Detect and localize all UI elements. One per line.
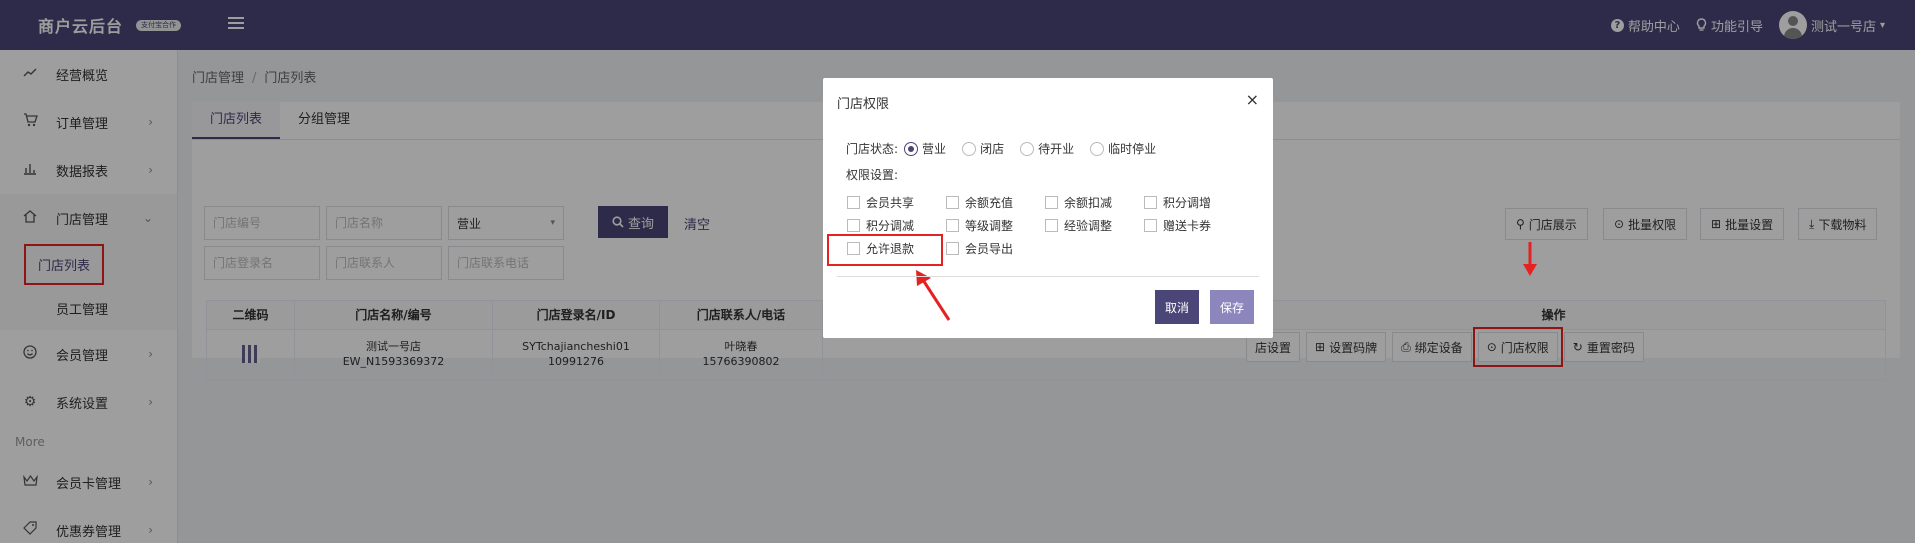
radio-label: 待开业 xyxy=(1038,142,1075,156)
store-permission-dialog: 门店权限 × 门店状态: 营业 闭店 待开业 临时停业 权限设置: 会员共享 余… xyxy=(823,78,1273,338)
status-label: 门店状态: xyxy=(846,142,899,156)
permission-label: 权限设置: xyxy=(846,168,899,182)
save-button[interactable]: 保存 xyxy=(1210,290,1255,324)
perm-balance-recharge[interactable]: 余额充值 xyxy=(946,194,1013,211)
perm-exp-adjust[interactable]: 经验调整 xyxy=(1045,217,1112,234)
perm-points-decrease[interactable]: 积分调减 xyxy=(847,217,914,234)
radio-label: 闭店 xyxy=(980,142,1005,156)
radio-icon xyxy=(904,141,919,156)
perm-points-increase[interactable]: 积分调增 xyxy=(1144,194,1211,211)
checkbox[interactable] xyxy=(1045,219,1058,232)
radio-temp-closed[interactable]: 临时停业 xyxy=(1090,140,1156,157)
checkbox-label: 赠送卡券 xyxy=(1163,219,1212,233)
radio-open[interactable]: 营业 xyxy=(904,140,946,157)
perm-gift-coupon[interactable]: 赠送卡券 xyxy=(1144,217,1211,234)
checkbox-label: 积分调减 xyxy=(866,219,915,233)
checkbox-label: 余额充值 xyxy=(965,196,1014,210)
checkbox-label: 余额扣减 xyxy=(1064,196,1113,210)
radio-icon xyxy=(1090,141,1105,156)
checkbox[interactable] xyxy=(946,242,959,255)
radio-icon xyxy=(1020,141,1035,156)
checkbox-label: 等级调整 xyxy=(965,219,1014,233)
refund-highlight-box xyxy=(827,234,943,266)
checkbox[interactable] xyxy=(1045,196,1058,209)
radio-icon xyxy=(962,141,977,156)
app-root: 商户云后台 支付宝合作 ? 帮助中心 功能引导 测试一号店 ▾ 经营概览 订单管… xyxy=(0,0,1915,543)
perm-member-share[interactable]: 会员共享 xyxy=(847,194,914,211)
checkbox-label: 经验调整 xyxy=(1064,219,1113,233)
checkbox-label: 会员导出 xyxy=(965,242,1014,256)
perm-level-adjust[interactable]: 等级调整 xyxy=(946,217,1013,234)
radio-closed[interactable]: 闭店 xyxy=(962,140,1004,157)
perm-member-export[interactable]: 会员导出 xyxy=(946,240,1013,257)
checkbox[interactable] xyxy=(1144,219,1157,232)
radio-pending[interactable]: 待开业 xyxy=(1020,140,1074,157)
checkbox[interactable] xyxy=(847,219,860,232)
close-icon[interactable]: × xyxy=(1246,90,1259,109)
checkbox-label: 会员共享 xyxy=(866,196,915,210)
radio-label: 临时停业 xyxy=(1108,142,1157,156)
dialog-title: 门店权限 xyxy=(837,97,890,112)
checkbox[interactable] xyxy=(847,196,860,209)
checkbox[interactable] xyxy=(946,219,959,232)
perm-balance-deduct[interactable]: 余额扣减 xyxy=(1045,194,1112,211)
store-status-row: 门店状态: 营业 闭店 待开业 临时停业 xyxy=(846,140,1166,157)
checkbox[interactable] xyxy=(946,196,959,209)
dialog-divider xyxy=(837,276,1259,277)
cancel-button[interactable]: 取消 xyxy=(1155,290,1200,324)
checkbox[interactable] xyxy=(1144,196,1157,209)
checkbox-label: 积分调增 xyxy=(1163,196,1212,210)
radio-label: 营业 xyxy=(922,142,947,156)
